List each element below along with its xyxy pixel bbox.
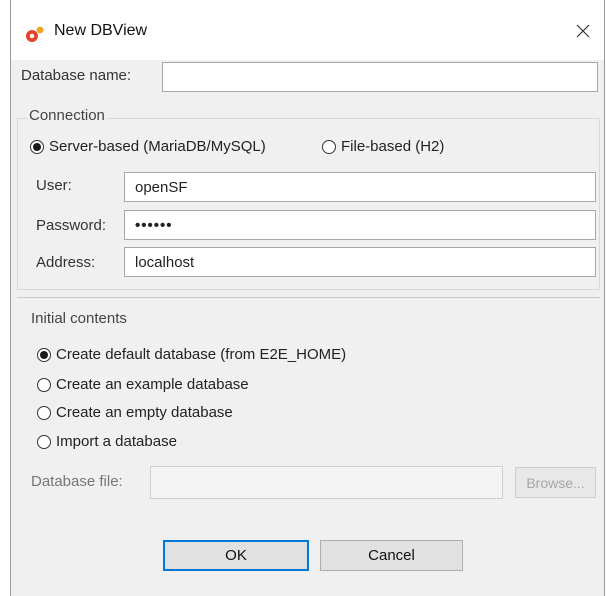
radio-create-default[interactable]: Create default database (from E2E_HOME) bbox=[37, 346, 346, 363]
radio-create-empty[interactable]: Create an empty database bbox=[37, 404, 233, 421]
radio-unselected-indicator bbox=[37, 377, 51, 392]
database-file-input[interactable] bbox=[150, 466, 503, 499]
close-icon bbox=[576, 24, 590, 38]
user-input[interactable] bbox=[124, 172, 596, 202]
database-file-label: Database file: bbox=[31, 473, 123, 490]
radio-server-based[interactable]: Server-based (MariaDB/MySQL) bbox=[30, 138, 266, 155]
radio-file-based[interactable]: File-based (H2) bbox=[322, 138, 444, 155]
radio-unselected-indicator bbox=[322, 139, 336, 154]
radio-create-empty-label: Create an empty database bbox=[56, 404, 233, 421]
address-label: Address: bbox=[36, 254, 96, 271]
radio-import-database-label: Import a database bbox=[56, 433, 177, 450]
cancel-button[interactable]: Cancel bbox=[320, 540, 463, 571]
close-button[interactable] bbox=[568, 16, 598, 46]
radio-selected-indicator bbox=[37, 347, 51, 362]
radio-import-database[interactable]: Import a database bbox=[37, 433, 177, 450]
user-label: User: bbox=[36, 177, 72, 194]
browse-button[interactable]: Browse... bbox=[515, 467, 596, 498]
radio-create-example-label: Create an example database bbox=[56, 376, 249, 393]
window-title: New DBView bbox=[54, 22, 148, 39]
radio-create-default-label: Create default database (from E2E_HOME) bbox=[56, 346, 347, 363]
password-label: Password: bbox=[36, 217, 107, 234]
database-name-label: Database name: bbox=[21, 67, 132, 84]
password-input[interactable] bbox=[124, 210, 596, 240]
radio-selected-indicator bbox=[30, 139, 44, 154]
section-separator bbox=[17, 297, 600, 298]
window-border-right bbox=[604, 0, 605, 596]
radio-unselected-indicator bbox=[37, 405, 51, 420]
address-input[interactable] bbox=[124, 247, 596, 277]
connection-group-title: Connection bbox=[27, 107, 107, 124]
app-icon bbox=[26, 26, 44, 42]
radio-server-based-label: Server-based (MariaDB/MySQL) bbox=[49, 138, 266, 155]
radio-create-example[interactable]: Create an example database bbox=[37, 376, 249, 393]
initial-contents-title: Initial contents bbox=[31, 310, 127, 327]
radio-unselected-indicator bbox=[37, 434, 51, 449]
radio-file-based-label: File-based (H2) bbox=[341, 138, 445, 155]
title-bar[interactable]: New DBView bbox=[11, 0, 604, 60]
database-name-input[interactable] bbox=[162, 62, 598, 92]
ok-button[interactable]: OK bbox=[163, 540, 309, 571]
